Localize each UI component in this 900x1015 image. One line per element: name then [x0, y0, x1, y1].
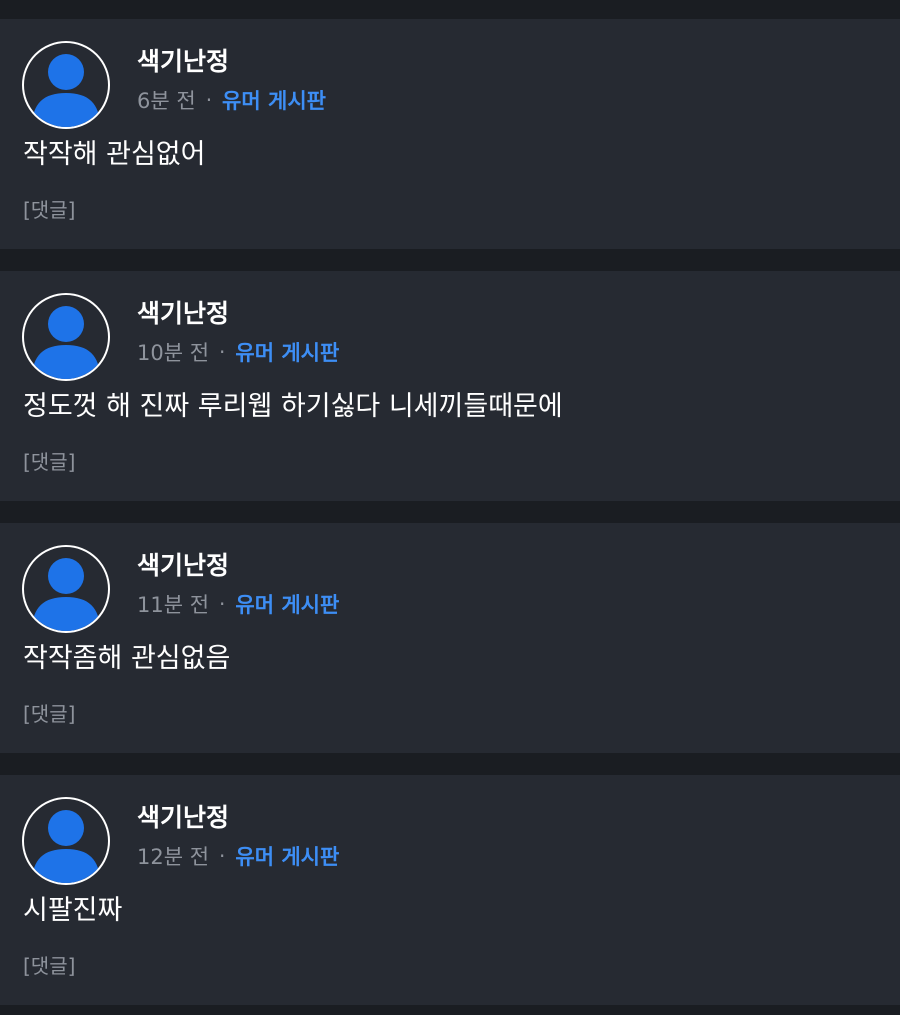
post-card: 색기난정 11분 전 · 유머 게시판 작작좀해 관심없음 [댓글]	[0, 523, 900, 753]
avatar[interactable]	[22, 797, 110, 885]
comment-link[interactable]: [댓글]	[23, 700, 75, 728]
meta-separator: ·	[205, 88, 213, 112]
post-card: 색기난정 12분 전 · 유머 게시판 시팔진짜 [댓글]	[0, 775, 900, 1005]
comment-link[interactable]: [댓글]	[23, 196, 75, 224]
default-user-icon	[32, 810, 100, 883]
post-time: 12분 전	[137, 845, 210, 869]
author-name[interactable]: 색기난정	[137, 298, 229, 330]
post-time: 10분 전	[137, 341, 210, 365]
post-content[interactable]: 작작해 관심없어	[23, 137, 205, 173]
post-card: 색기난정 10분 전 · 유머 게시판 정도껏 해 진짜 루리웹 하기싫다 니세…	[0, 271, 900, 501]
meta-separator: ·	[219, 844, 226, 868]
comment-link[interactable]: [댓글]	[23, 952, 75, 980]
post-content[interactable]: 작작좀해 관심없음	[23, 641, 230, 677]
default-user-icon	[32, 558, 100, 631]
post-content[interactable]: 정도껏 해 진짜 루리웹 하기싫다 니세끼들때문에	[23, 389, 563, 425]
meta-separator: ·	[219, 592, 226, 616]
avatar[interactable]	[22, 293, 110, 381]
post-time: 11분 전	[137, 593, 210, 617]
post-meta: 6분 전 · 유머 게시판	[137, 85, 326, 115]
board-link[interactable]: 유머 게시판	[235, 841, 339, 871]
avatar[interactable]	[22, 545, 110, 633]
board-link[interactable]: 유머 게시판	[235, 337, 339, 367]
post-meta: 11분 전 · 유머 게시판	[137, 589, 339, 619]
post-feed: 색기난정 6분 전 · 유머 게시판 작작해 관심없어 [댓글] 색기난정 10…	[0, 0, 900, 1015]
post-content[interactable]: 시팔진짜	[23, 893, 122, 929]
author-name[interactable]: 색기난정	[137, 46, 229, 78]
post-card: 색기난정 6분 전 · 유머 게시판 작작해 관심없어 [댓글]	[0, 19, 900, 249]
comment-link[interactable]: [댓글]	[23, 448, 75, 476]
meta-separator: ·	[219, 340, 226, 364]
post-time: 6분 전	[137, 89, 196, 113]
author-name[interactable]: 색기난정	[137, 550, 229, 582]
board-link[interactable]: 유머 게시판	[235, 589, 339, 619]
avatar[interactable]	[22, 41, 110, 129]
default-user-icon	[32, 306, 100, 379]
default-user-icon	[32, 54, 100, 127]
post-meta: 12분 전 · 유머 게시판	[137, 841, 339, 871]
author-name[interactable]: 색기난정	[137, 802, 229, 834]
post-meta: 10분 전 · 유머 게시판	[137, 337, 339, 367]
board-link[interactable]: 유머 게시판	[222, 85, 326, 115]
